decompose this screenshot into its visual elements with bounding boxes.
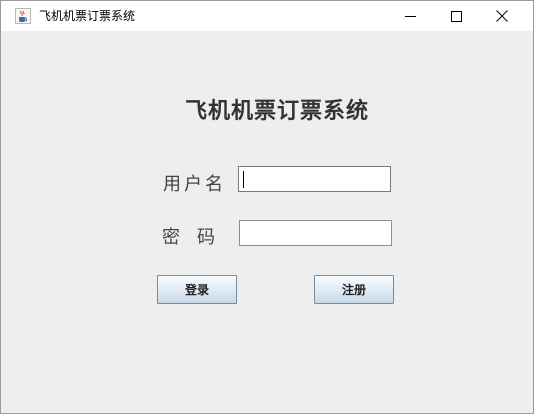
minimize-icon	[404, 7, 416, 26]
app-window: 飞机机票订票系统 飞机机票订票系统 用户名 密码 登录 注册	[0, 0, 534, 414]
maximize-icon	[450, 7, 462, 26]
register-button[interactable]: 注册	[314, 275, 394, 304]
username-input[interactable]	[238, 166, 391, 192]
java-cup-icon	[15, 8, 31, 24]
page-title: 飞机机票订票系统	[184, 98, 369, 124]
window-title: 飞机机票订票系统	[39, 9, 136, 23]
close-button[interactable]	[479, 1, 525, 31]
maximize-button[interactable]	[433, 1, 479, 31]
password-input[interactable]	[239, 220, 392, 246]
username-label: 用户名	[163, 174, 226, 195]
password-label: 密码	[162, 227, 232, 248]
minimize-button[interactable]	[387, 1, 433, 31]
title-bar[interactable]: 飞机机票订票系统	[1, 1, 533, 31]
text-caret	[243, 171, 244, 188]
login-button[interactable]: 登录	[157, 275, 237, 304]
login-panel: 飞机机票订票系统 用户名 密码 登录 注册	[1, 31, 533, 413]
close-icon	[496, 7, 508, 26]
